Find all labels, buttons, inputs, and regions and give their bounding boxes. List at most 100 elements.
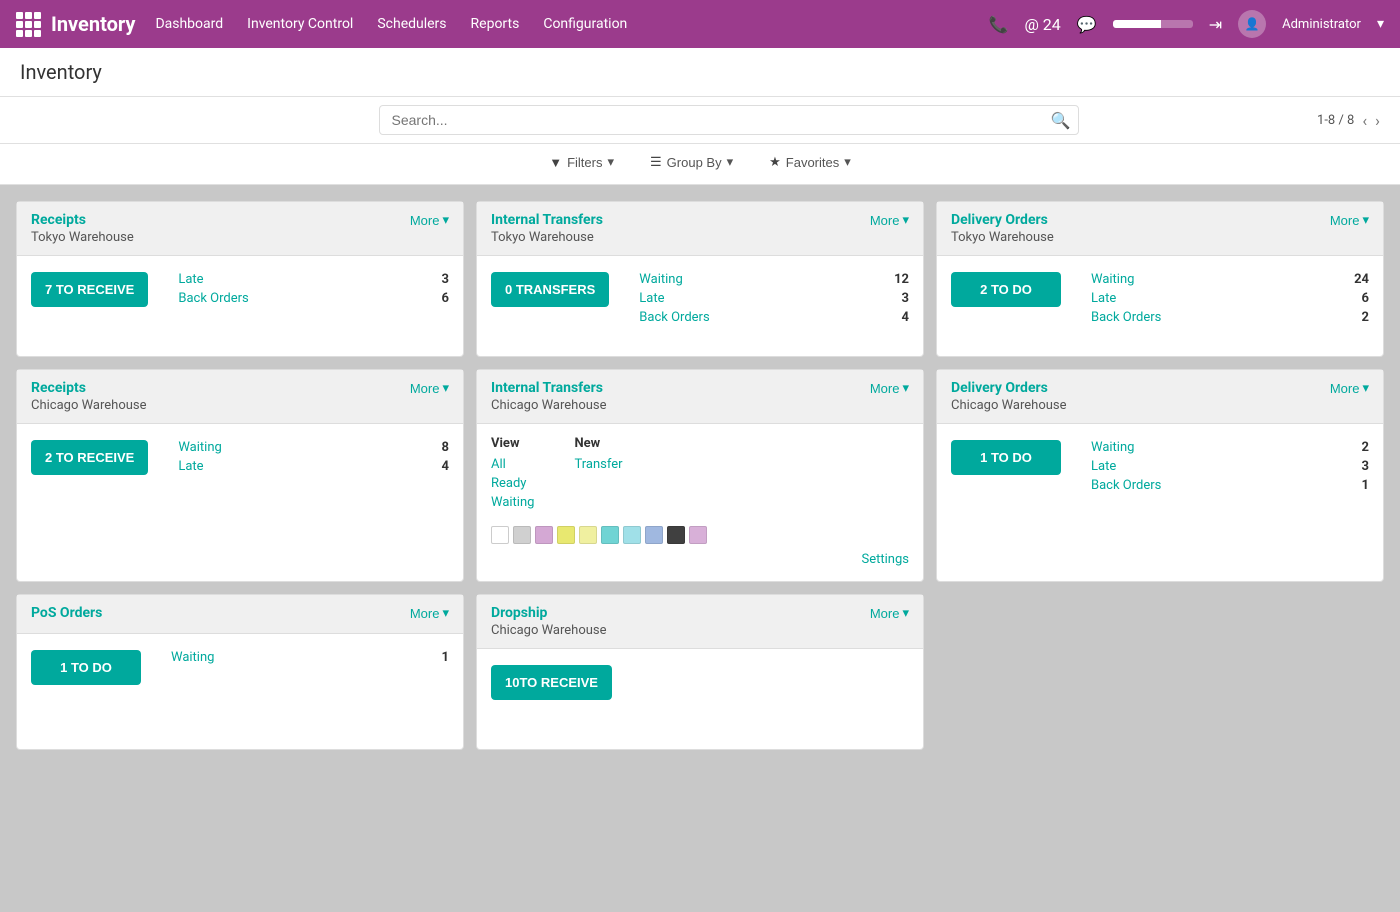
stats-receipts-chicago: Waiting 8 Late 4 (178, 440, 449, 474)
stats-receipts-tokyo: Late 3 Back Orders 6 (178, 272, 449, 306)
pagination-text: 1-8 / 8 (1317, 113, 1354, 128)
card-receipts-tokyo: Receipts Tokyo Warehouse More▾ 7 TO RECE… (16, 201, 464, 357)
card-body-receipts-chicago: 2 TO RECEIVE Waiting 8 Late 4 (17, 424, 463, 524)
more-button-pos-orders[interactable]: More▾ (410, 605, 449, 621)
card-header-dropship-chicago: Dropship Chicago Warehouse More▾ (477, 595, 923, 649)
stat-row: Waiting 1 (171, 650, 449, 665)
swatch-lavender[interactable] (535, 526, 553, 544)
action-btn-delivery-orders-tokyo[interactable]: 2 TO DO (951, 272, 1061, 307)
dropdown-new-col: New Transfer (574, 436, 622, 514)
stats-delivery-orders-tokyo: Waiting 24 Late 6 Back Orders 2 (1091, 272, 1369, 325)
search-icon[interactable]: 🔍 (1051, 111, 1071, 130)
group-by-icon: ☰ (650, 154, 662, 170)
card-title-pos-orders: PoS Orders (31, 605, 102, 621)
action-btn-receipts-tokyo[interactable]: 7 TO RECEIVE (31, 272, 148, 307)
apps-icon[interactable] (16, 12, 41, 37)
card-body-receipts-tokyo: 7 TO RECEIVE Late 3 Back Orders 6 (17, 256, 463, 356)
card-subtitle-internal-transfers-chicago: Chicago Warehouse (491, 398, 607, 413)
stat-row: Late 3 (1091, 459, 1369, 474)
dropdown-link-transfer[interactable]: Transfer (574, 457, 622, 472)
swatch-pink[interactable] (689, 526, 707, 544)
phone-icon[interactable]: 📞 (989, 15, 1009, 34)
nav-configuration[interactable]: Configuration (543, 16, 627, 32)
nav-schedulers[interactable]: Schedulers (377, 16, 446, 32)
more-button-internal-transfers-tokyo[interactable]: More▾ (870, 212, 909, 228)
dropdown-link-waiting[interactable]: Waiting (491, 495, 534, 510)
swatch-blue[interactable] (645, 526, 663, 544)
avatar: 👤 (1238, 10, 1266, 38)
swatch-teal[interactable] (601, 526, 619, 544)
action-btn-pos-orders[interactable]: 1 TO DO (31, 650, 141, 685)
nav-inventory-control[interactable]: Inventory Control (247, 16, 353, 32)
nav-reports[interactable]: Reports (471, 16, 520, 32)
pagination-next[interactable] (1375, 111, 1380, 130)
more-button-receipts-chicago[interactable]: More▾ (410, 380, 449, 396)
favorites-icon: ★ (769, 154, 781, 170)
swatch-lightblue[interactable] (623, 526, 641, 544)
progress-bar (1113, 20, 1193, 28)
card-body-dropship-chicago: 10TO RECEIVE (477, 649, 923, 749)
card-header-delivery-orders-tokyo: Delivery Orders Tokyo Warehouse More▾ (937, 202, 1383, 256)
favorites-label: Favorites (786, 155, 839, 170)
card-subtitle-delivery-orders-tokyo: Tokyo Warehouse (951, 230, 1054, 245)
card-subtitle-receipts-tokyo: Tokyo Warehouse (31, 230, 134, 245)
card-title-internal-transfers-chicago: Internal Transfers (491, 380, 607, 396)
stat-row: Late 4 (178, 459, 449, 474)
kanban-row-3: PoS Orders More▾ 1 TO DO Waiting 1 (16, 594, 1384, 750)
more-button-receipts-tokyo[interactable]: More▾ (410, 212, 449, 228)
card-title-delivery-orders-tokyo: Delivery Orders (951, 212, 1054, 228)
dropdown-body-internal-transfers-chicago: View All Ready Waiting New Transfer (477, 424, 923, 581)
card-dropship-chicago: Dropship Chicago Warehouse More▾ 10TO RE… (476, 594, 924, 750)
nav-dashboard[interactable]: Dashboard (155, 16, 223, 32)
admin-label[interactable]: Administrator (1282, 17, 1361, 32)
filters-button[interactable]: ▼ Filters ▾ (541, 150, 622, 174)
settings-link[interactable]: Settings (862, 552, 909, 567)
dropdown-link-all[interactable]: All (491, 457, 534, 472)
search-input[interactable] (379, 105, 1079, 135)
filters-bar: ▼ Filters ▾ ☰ Group By ▾ ★ Favorites ▾ (0, 144, 1400, 185)
swatch-lightyellow[interactable] (579, 526, 597, 544)
group-by-label: Group By (667, 155, 722, 170)
stats-pos-orders: Waiting 1 (171, 650, 449, 665)
card-subtitle-receipts-chicago: Chicago Warehouse (31, 398, 147, 413)
notifications-icon[interactable]: @ 24 (1024, 15, 1060, 34)
more-button-delivery-orders-tokyo[interactable]: More▾ (1330, 212, 1369, 228)
action-btn-internal-transfers-tokyo[interactable]: 0 TRANSFERS (491, 272, 609, 307)
signin-icon[interactable]: ⇥ (1209, 15, 1222, 34)
stat-row: Late 3 (178, 272, 449, 287)
swatch-yellow[interactable] (557, 526, 575, 544)
card-subtitle-dropship-chicago: Chicago Warehouse (491, 623, 607, 638)
dropdown-link-ready[interactable]: Ready (491, 476, 534, 491)
dropdown-new-title: New (574, 436, 622, 451)
search-bar: 🔍 1-8 / 8 (0, 97, 1400, 144)
stat-row: Back Orders 4 (639, 310, 909, 325)
chat-icon[interactable]: 💬 (1077, 15, 1097, 34)
pagination-prev[interactable] (1362, 111, 1367, 130)
brand-label: Inventory (51, 12, 135, 36)
action-btn-delivery-orders-chicago[interactable]: 1 TO DO (951, 440, 1061, 475)
brand[interactable]: Inventory (16, 12, 135, 37)
more-button-dropship-chicago[interactable]: More▾ (870, 605, 909, 621)
more-button-internal-transfers-chicago[interactable]: More▾ (870, 380, 909, 396)
swatch-white[interactable] (491, 526, 509, 544)
card-pos-orders: PoS Orders More▾ 1 TO DO Waiting 1 (16, 594, 464, 750)
swatch-dark[interactable] (667, 526, 685, 544)
card-header-receipts-chicago: Receipts Chicago Warehouse More▾ (17, 370, 463, 424)
action-btn-dropship-chicago[interactable]: 10TO RECEIVE (491, 665, 612, 700)
group-by-button[interactable]: ☰ Group By ▾ (642, 150, 741, 174)
more-button-delivery-orders-chicago[interactable]: More▾ (1330, 380, 1369, 396)
card-title-receipts-chicago: Receipts (31, 380, 147, 396)
dropdown-view-title: View (491, 436, 534, 451)
card-header-internal-transfers-tokyo: Internal Transfers Tokyo Warehouse More▾ (477, 202, 923, 256)
filter-icon: ▼ (549, 155, 562, 170)
main-content: Receipts Tokyo Warehouse More▾ 7 TO RECE… (0, 185, 1400, 912)
filters-label: Filters (567, 155, 602, 170)
page-title: Inventory (20, 60, 1380, 84)
nav-right: 📞 @ 24 💬 ⇥ 👤 Administrator ▾ (989, 10, 1384, 38)
action-btn-receipts-chicago[interactable]: 2 TO RECEIVE (31, 440, 148, 475)
card-internal-transfers-chicago: Internal Transfers Chicago Warehouse Mor… (476, 369, 924, 582)
dropdown-view-col: View All Ready Waiting (491, 436, 534, 514)
card-internal-transfers-tokyo: Internal Transfers Tokyo Warehouse More▾… (476, 201, 924, 357)
swatch-gray[interactable] (513, 526, 531, 544)
favorites-button[interactable]: ★ Favorites ▾ (761, 150, 859, 174)
